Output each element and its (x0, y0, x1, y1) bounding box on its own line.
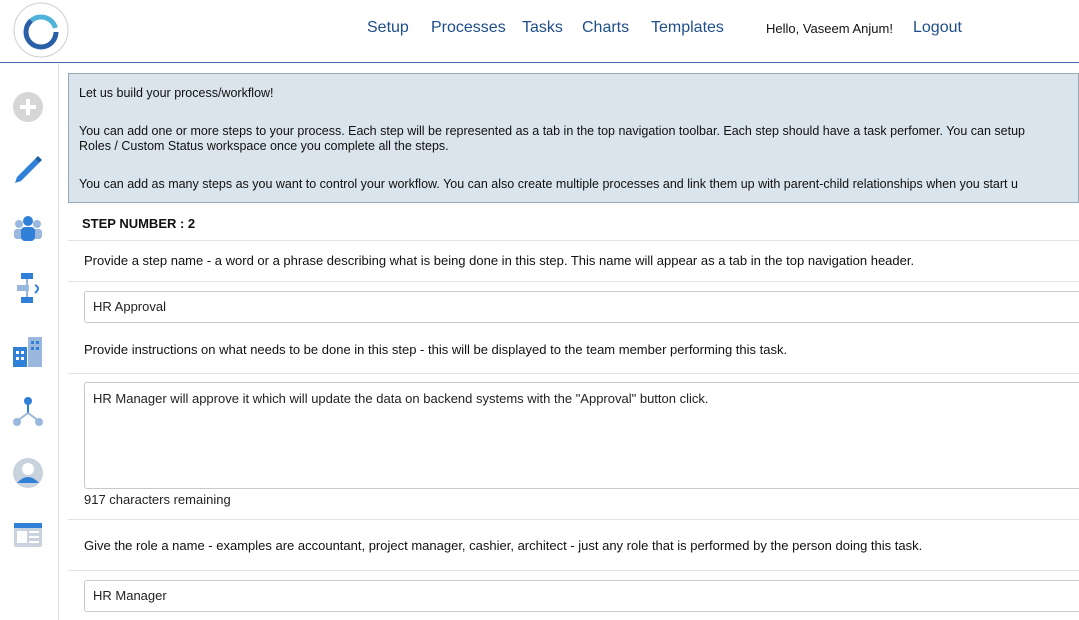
nav-tasks[interactable]: Tasks (522, 19, 563, 37)
divider (68, 281, 1079, 282)
layout-icon[interactable] (11, 518, 45, 552)
divider (68, 373, 1079, 374)
team-icon[interactable] (11, 211, 45, 245)
logout-link[interactable]: Logout (913, 19, 962, 37)
top-header: Setup Processes Tasks Charts Templates H… (0, 0, 1079, 63)
role-label: Give the role a name - examples are acco… (84, 538, 923, 553)
nav-charts[interactable]: Charts (582, 19, 629, 37)
user-greeting: Hello, Vaseem Anjum! (766, 21, 893, 36)
divider (68, 240, 1079, 241)
nav-templates[interactable]: Templates (651, 19, 724, 37)
intro-panel: Let us build your process/workflow! You … (68, 73, 1079, 203)
add-circle-icon[interactable] (11, 90, 45, 124)
divider (68, 519, 1079, 520)
intro-line-1: You can add one or more steps to your pr… (79, 124, 1025, 138)
divider (68, 570, 1079, 571)
role-name-input[interactable]: HR Manager (84, 580, 1079, 612)
pencil-icon[interactable] (11, 151, 45, 185)
user-profile-icon[interactable] (11, 456, 45, 490)
intro-line-2: Roles / Custom Status workspace once you… (79, 139, 449, 153)
flowchart-icon[interactable] (11, 271, 45, 305)
step-number: STEP NUMBER : 2 (82, 216, 196, 231)
nav-setup[interactable]: Setup (367, 19, 409, 37)
nav-processes[interactable]: Processes (431, 19, 506, 37)
characters-remaining: 917 characters remaining (84, 492, 231, 507)
network-icon[interactable] (11, 395, 45, 429)
step-name-label: Provide a step name - a word or a phrase… (84, 253, 915, 268)
sidebar (0, 63, 59, 620)
instructions-textarea[interactable]: HR Manager will approve it which will up… (84, 382, 1079, 489)
building-icon[interactable] (11, 335, 45, 369)
step-name-input[interactable]: HR Approval (84, 291, 1079, 323)
intro-title: Let us build your process/workflow! (79, 86, 274, 100)
instructions-label: Provide instructions on what needs to be… (84, 342, 788, 357)
intro-line-3: You can add as many steps as you want to… (79, 177, 1018, 191)
main-content: Let us build your process/workflow! You … (68, 73, 1079, 620)
logo[interactable] (12, 1, 70, 59)
